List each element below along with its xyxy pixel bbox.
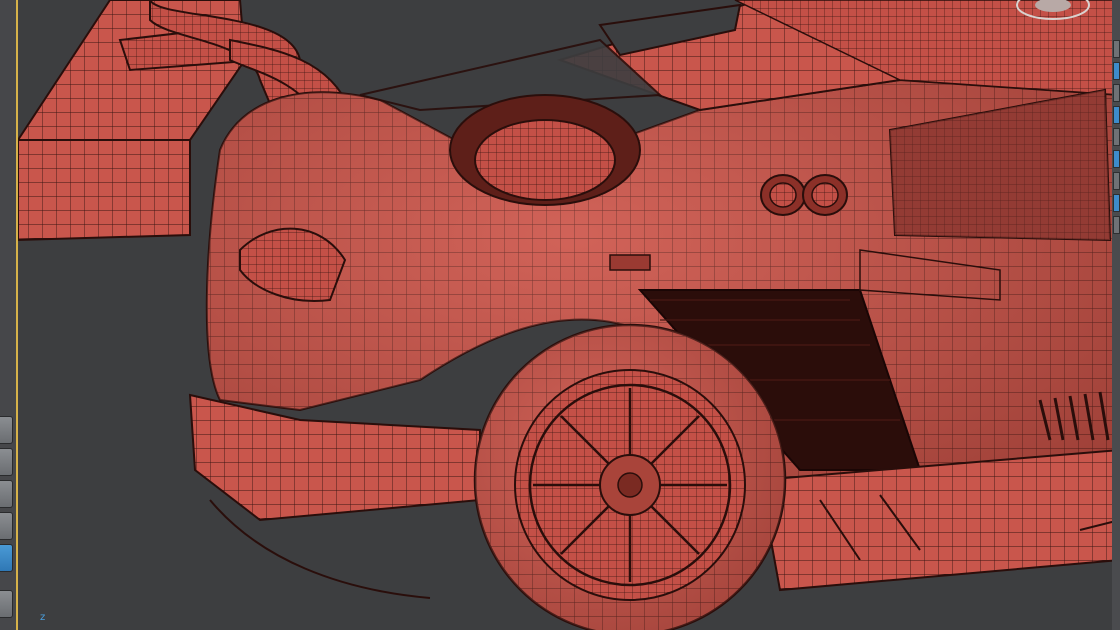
toolbar-button[interactable] [0, 448, 13, 476]
toolbar-button-active[interactable] [0, 544, 13, 572]
toolbar-button-active[interactable] [1113, 62, 1120, 80]
inner-wheel [449, 94, 641, 206]
left-toolbar [0, 0, 18, 630]
toolbar-button-active[interactable] [1113, 194, 1120, 212]
toolbar-button[interactable] [1113, 216, 1120, 234]
axis-gizmo-icon: z [40, 612, 46, 623]
rear-wheel [473, 323, 787, 630]
toolbar-button[interactable] [0, 512, 13, 540]
toolbar-button[interactable] [1113, 128, 1120, 146]
right-toolbar [1112, 0, 1120, 630]
toolbar-button[interactable] [0, 590, 13, 618]
toolbar-button[interactable] [1113, 172, 1120, 190]
toolbar-button[interactable] [0, 416, 13, 444]
toolbar-button[interactable] [1113, 40, 1120, 58]
toolbar-button[interactable] [1113, 84, 1120, 102]
3d-viewport[interactable]: z [0, 0, 1120, 630]
toolbar-button-active[interactable] [1113, 150, 1120, 168]
car-wireframe-render [16, 0, 1120, 630]
toolbar-button-active[interactable] [1113, 106, 1120, 124]
toolbar-button[interactable] [0, 480, 13, 508]
